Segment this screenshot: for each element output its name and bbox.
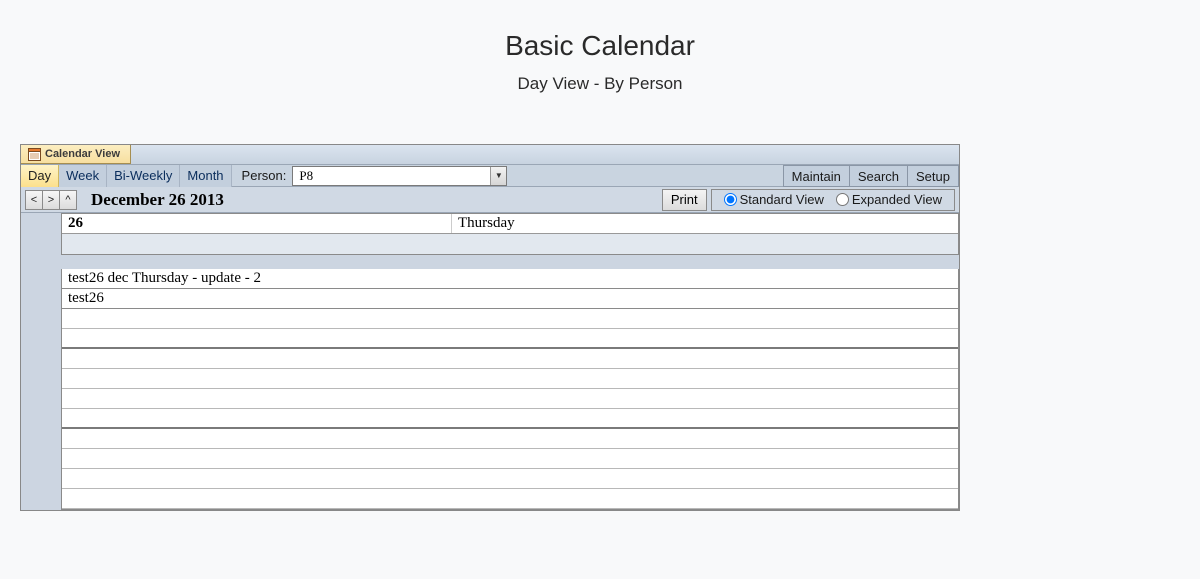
window-tab-label: Calendar View [45, 148, 120, 160]
radio-standard-input[interactable] [724, 193, 737, 206]
event-row[interactable]: test26 [62, 289, 958, 309]
window-tab-strip: Calendar View [21, 145, 959, 165]
page-header: Basic Calendar Day View - By Person [0, 0, 1200, 124]
day-header: 26 Thursday [61, 213, 959, 255]
events-list: test26 dec Thursday - update - 2 test26 [61, 269, 959, 510]
person-dropdown-value: P8 [293, 168, 490, 184]
day-name: Thursday [452, 214, 521, 233]
event-row-empty[interactable] [62, 329, 958, 349]
view-button-month[interactable]: Month [180, 165, 231, 187]
view-button-week[interactable]: Week [59, 165, 107, 187]
window-tab-calendar[interactable]: Calendar View [21, 145, 131, 164]
event-row-empty[interactable] [62, 309, 958, 329]
next-button[interactable]: > [42, 190, 60, 210]
chevron-down-icon: ▼ [490, 167, 506, 185]
date-bar: < > ^ December 26 2013 Print Standard Vi… [21, 187, 959, 213]
radio-standard-label: Standard View [740, 192, 824, 207]
view-toolbar: Day Week Bi-Weekly Month Person: P8 ▼ Ma… [21, 165, 959, 187]
radio-expanded-view[interactable]: Expanded View [830, 192, 948, 207]
page-title: Basic Calendar [0, 30, 1200, 62]
radio-expanded-input[interactable] [836, 193, 849, 206]
calendar-window: Calendar View Day Week Bi-Weekly Month P… [20, 144, 960, 511]
event-row-empty[interactable] [62, 469, 958, 489]
nav-group: < > ^ [25, 190, 77, 210]
page-subtitle: Day View - By Person [0, 74, 1200, 94]
radio-standard-view[interactable]: Standard View [718, 192, 830, 207]
print-button[interactable]: Print [662, 189, 707, 211]
event-row-empty[interactable] [62, 369, 958, 389]
event-row-empty[interactable] [62, 389, 958, 409]
event-row-empty[interactable] [62, 449, 958, 469]
setup-button[interactable]: Setup [907, 165, 959, 187]
maintain-button[interactable]: Maintain [783, 165, 850, 187]
person-dropdown[interactable]: P8 ▼ [292, 166, 507, 186]
view-button-biweekly[interactable]: Bi-Weekly [107, 165, 180, 187]
day-subheader [62, 234, 958, 254]
event-row[interactable]: test26 dec Thursday - update - 2 [62, 269, 958, 289]
radio-expanded-label: Expanded View [852, 192, 942, 207]
prev-button[interactable]: < [25, 190, 43, 210]
event-row-empty[interactable] [62, 429, 958, 449]
up-button[interactable]: ^ [59, 190, 77, 210]
day-number: 26 [62, 214, 452, 233]
search-button[interactable]: Search [849, 165, 908, 187]
event-row-empty[interactable] [62, 349, 958, 369]
event-row-empty[interactable] [62, 409, 958, 429]
calendar-grid: 26 Thursday test26 dec Thursday - update… [21, 213, 959, 510]
form-icon [27, 147, 41, 161]
event-row-empty[interactable] [62, 489, 958, 509]
view-mode-group: Standard View Expanded View [711, 189, 955, 211]
person-label: Person: [232, 166, 293, 185]
current-date: December 26 2013 [91, 190, 224, 210]
view-button-day[interactable]: Day [21, 165, 59, 187]
